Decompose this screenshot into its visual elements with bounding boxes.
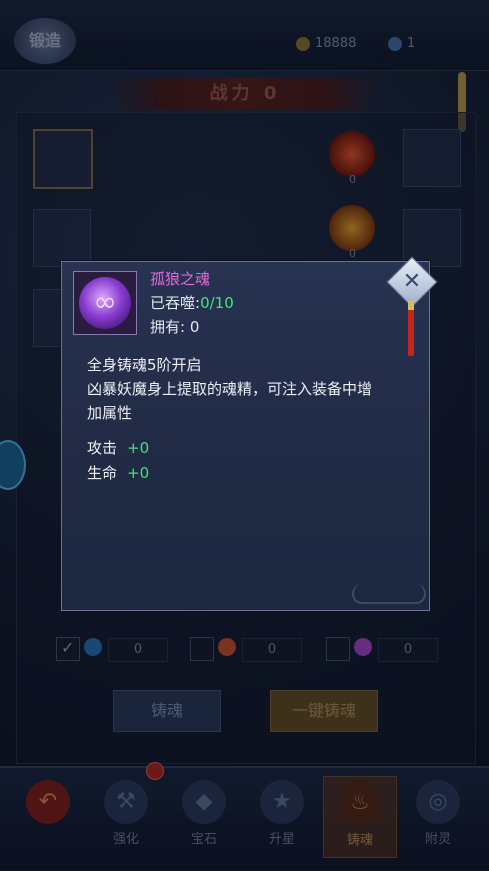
description-line: 凶暴妖魔身上提取的魂精，可注入装备中增 xyxy=(87,380,373,398)
devoured-line: 已吞噬:0/10 xyxy=(150,292,234,313)
hp-label: 生命 xyxy=(87,464,118,482)
description-line: 加属性 xyxy=(87,404,133,422)
item-name: 孤狼之魂 xyxy=(150,270,211,288)
close-icon: ✕ xyxy=(402,269,422,294)
devoured-label: 已吞噬: xyxy=(150,294,201,312)
attack-stat: 攻击 +0 xyxy=(87,437,149,458)
tassel-ornament xyxy=(408,300,414,356)
soul-item-icon xyxy=(73,271,137,335)
attack-label: 攻击 xyxy=(87,439,118,457)
hp-value: +0 xyxy=(127,464,150,482)
owned-value: 0 xyxy=(189,318,200,336)
owned-line: 拥有: 0 xyxy=(150,316,199,337)
item-tooltip-dialog: 孤狼之魂 已吞噬:0/10 拥有: 0 全身铸魂5阶开启 凶暴妖魔身上提取的魂精… xyxy=(61,261,430,611)
attack-value: +0 xyxy=(127,439,150,457)
owned-label: 拥有: xyxy=(150,318,186,336)
hp-stat: 生命 +0 xyxy=(87,462,149,483)
unlock-text: 全身铸魂5阶开启 xyxy=(87,356,202,374)
devoured-value: 0/10 xyxy=(200,294,234,312)
cloud-ornament xyxy=(352,584,426,604)
